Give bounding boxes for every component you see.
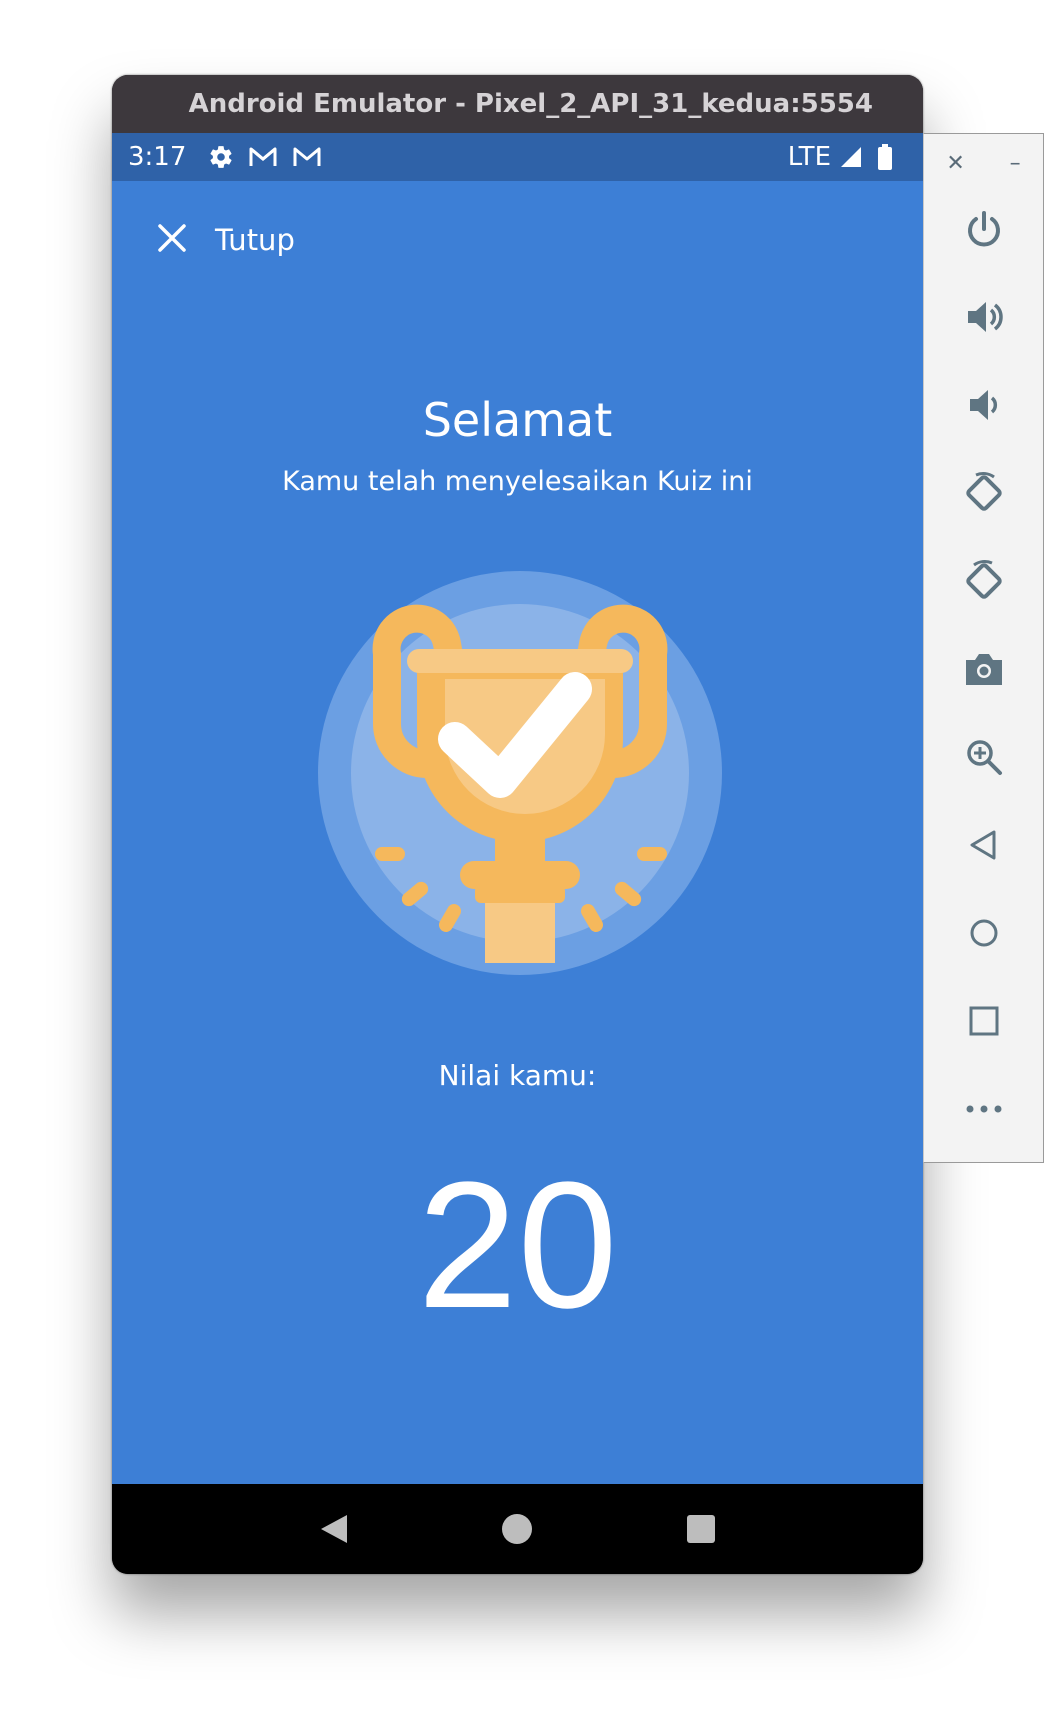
power-icon[interactable] [954,199,1014,259]
window-title: Android Emulator - Pixel_2_API_31_kedua:… [188,89,873,119]
trophy-check-icon [315,569,725,989]
quiz-result-screen: Tutup Selamat Kamu telah menyelesaikan K… [112,181,923,1484]
volume-down-icon[interactable] [954,375,1014,435]
home-icon[interactable] [954,903,1014,963]
more-icon[interactable] [954,1079,1014,1139]
score-value: 20 [417,1145,618,1346]
zoom-icon[interactable] [954,727,1014,787]
gmail-icon [292,145,322,169]
back-icon[interactable] [304,1499,364,1559]
status-time: 3:17 [128,142,187,172]
screen: Android Emulator - Pixel_2_API_31_kedua:… [0,0,1044,1720]
overview-icon[interactable] [954,991,1014,1051]
battery-icon [877,144,893,170]
close-label: Tutup [215,223,295,257]
close-button[interactable]: Tutup [157,223,295,257]
close-icon[interactable]: ✕ [946,151,964,176]
volume-up-icon[interactable] [954,287,1014,347]
close-icon [157,223,187,257]
settings-icon [208,144,234,170]
network-type: LTE [787,142,831,172]
android-nav-bar [112,1484,923,1574]
page-subtitle: Kamu telah menyelesaikan Kuiz ini [282,466,753,497]
score-label: Nilai kamu: [438,1059,597,1092]
emulator-window: Android Emulator - Pixel_2_API_31_kedua:… [112,75,923,1574]
window-title-bar: Android Emulator - Pixel_2_API_31_kedua:… [112,75,923,133]
android-status-bar: 3:17 LTE [112,133,923,181]
emulator-side-toolbar: ✕ – [923,133,1044,1163]
page-title: Selamat [422,393,613,447]
rotate-left-icon[interactable] [954,463,1014,523]
camera-icon[interactable] [954,639,1014,699]
minimize-icon[interactable]: – [1010,151,1021,176]
side-window-controls: ✕ – [924,148,1043,178]
gmail-icon [248,145,278,169]
rotate-right-icon[interactable] [954,551,1014,611]
home-icon[interactable] [487,1499,547,1559]
signal-icon [839,145,863,169]
back-icon[interactable] [954,815,1014,875]
recents-icon[interactable] [671,1499,731,1559]
